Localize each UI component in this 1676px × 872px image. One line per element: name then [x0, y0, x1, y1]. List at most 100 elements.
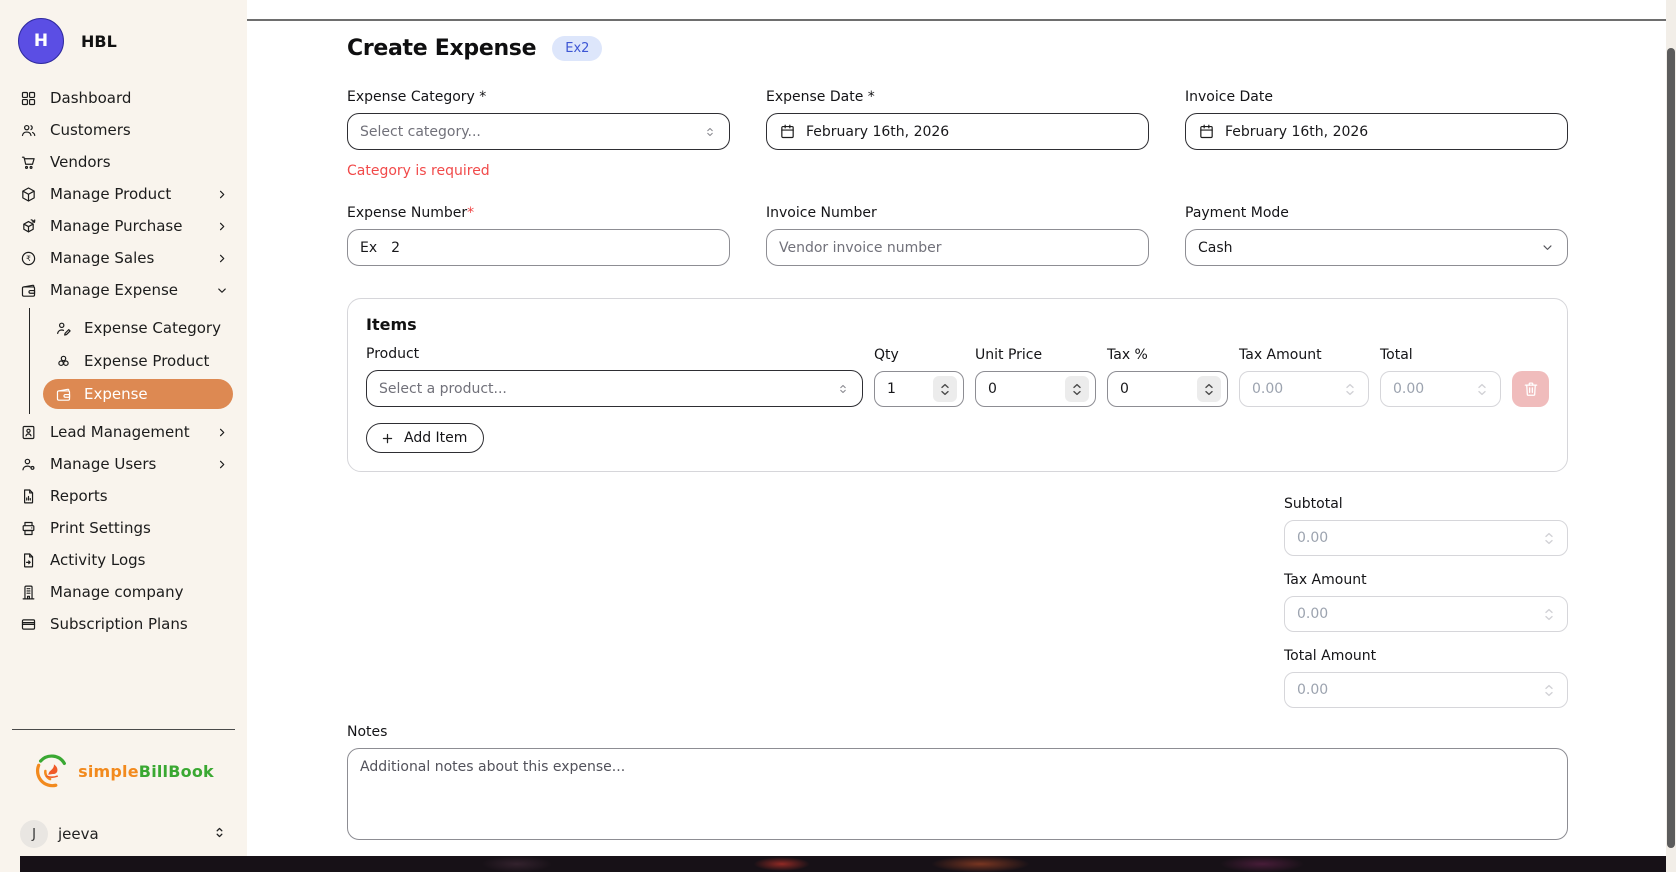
expense-date-input[interactable]: February 16th, 2026	[766, 113, 1149, 150]
id-badge-icon	[20, 424, 37, 441]
tax-amount-value: 0.00	[1252, 381, 1283, 397]
notes-textarea[interactable]	[347, 748, 1568, 840]
sidebar-subitem-expense-category[interactable]: Expense Category	[43, 313, 233, 343]
sidebar-subitem-label: Expense Category	[84, 319, 221, 337]
items-card: Items Product Select a product... Qty	[347, 298, 1568, 472]
plus-icon	[380, 431, 395, 446]
sidebar-subitem-expense-product[interactable]: Expense Product	[43, 346, 233, 376]
expense-number-badge: Ex2	[552, 36, 602, 61]
sidebar-item-manage-product[interactable]: Manage Product	[0, 178, 247, 210]
scrollbar-thumb[interactable]	[1667, 48, 1675, 848]
vertical-scrollbar[interactable]	[1666, 0, 1676, 872]
sidebar-item-manage-sales[interactable]: ₹ Manage Sales	[0, 242, 247, 274]
product-placeholder: Select a product...	[379, 381, 507, 397]
unit-price-value: 0	[988, 381, 997, 397]
wallet-icon	[20, 282, 37, 299]
chevron-right-icon	[215, 187, 229, 201]
delete-item-button[interactable]	[1512, 371, 1549, 407]
stepper-icon[interactable]	[933, 376, 957, 402]
rupee-coin-icon: ₹	[20, 250, 37, 267]
chevron-right-icon	[215, 219, 229, 233]
sidebar-item-subscription-plans[interactable]: Subscription Plans	[0, 608, 247, 640]
stepper-icon[interactable]	[1065, 376, 1089, 402]
product-label: Product	[366, 346, 863, 362]
user-menu[interactable]: J jeeva	[0, 820, 247, 848]
tax-percent-label: Tax %	[1107, 347, 1228, 363]
sidebar-item-label: Manage Sales	[50, 249, 154, 267]
summary-tax-amount-input: 0.00	[1284, 596, 1568, 632]
invoice-date-label: Invoice Date	[1185, 89, 1568, 105]
item-row: Product Select a product... Qty 1	[366, 346, 1549, 407]
app-window: H HBL Dashboard Customers Vendors Manage Pr…	[0, 0, 1676, 872]
svg-text:₹: ₹	[26, 254, 31, 263]
sidebar-item-reports[interactable]: Reports	[0, 480, 247, 512]
sidebar-item-lead-management[interactable]: Lead Management	[0, 416, 247, 448]
stepper-icon[interactable]	[1197, 376, 1221, 402]
sidebar-subitem-expense[interactable]: Expense	[43, 379, 233, 409]
invoice-date-value: February 16th, 2026	[1225, 124, 1368, 140]
total-label: Total	[1380, 347, 1501, 363]
items-title: Items	[366, 315, 1549, 334]
sidebar-item-dashboard[interactable]: Dashboard	[0, 82, 247, 114]
invoice-date-input[interactable]: February 16th, 2026	[1185, 113, 1568, 150]
wallet-icon	[55, 386, 72, 403]
sidebar-item-customers[interactable]: Customers	[0, 114, 247, 146]
sidebar-nav: Dashboard Customers Vendors Manage Product M…	[0, 76, 247, 640]
product-select[interactable]: Select a product...	[366, 370, 863, 407]
page-title: Create Expense	[347, 36, 536, 61]
person-edit-icon	[55, 320, 72, 337]
qty-input[interactable]: 1	[874, 371, 964, 407]
sidebar-item-print-settings[interactable]: Print Settings	[0, 512, 247, 544]
required-asterisk: *	[467, 205, 474, 221]
unit-price-input[interactable]: 0	[975, 371, 1096, 407]
expense-number-value: 2	[391, 240, 400, 256]
expense-number-input[interactable]: Ex2	[347, 229, 730, 266]
main-content: Create Expense Ex2 Expense Category * Se…	[247, 0, 1676, 872]
logo-icon	[33, 752, 71, 790]
brand-avatar: H	[18, 18, 64, 64]
package-icon	[20, 186, 37, 203]
sidebar-item-vendors[interactable]: Vendors	[0, 146, 247, 178]
tax-percent-input[interactable]: 0	[1107, 371, 1228, 407]
invoice-number-input[interactable]: Vendor invoice number	[766, 229, 1149, 266]
sidebar-item-label: Manage company	[50, 583, 183, 601]
sidebar-bottom: simpleBillBook J jeeva	[0, 729, 247, 872]
trash-icon	[1522, 380, 1540, 398]
stepper-icon	[1338, 376, 1362, 402]
building-icon	[20, 584, 37, 601]
package-return-icon	[20, 218, 37, 235]
expense-category-label: Expense Category *	[347, 89, 730, 105]
user-name: jeeva	[58, 825, 99, 843]
sidebar-item-label: Subscription Plans	[50, 615, 188, 633]
brand: H HBL	[0, 14, 247, 76]
sidebar-divider	[12, 729, 235, 730]
chevron-down-icon	[1540, 240, 1555, 255]
sidebar-item-label: Manage Product	[50, 185, 171, 203]
total-amount-label: Total Amount	[1284, 648, 1568, 664]
top-divider	[247, 19, 1676, 21]
dashboard-icon	[20, 90, 37, 107]
sidebar-item-manage-expense[interactable]: Manage Expense	[0, 274, 247, 306]
tax-amount-input: 0.00	[1239, 371, 1369, 407]
total-amount-input: 0.00	[1284, 672, 1568, 708]
sidebar-item-activity-logs[interactable]: Activity Logs	[0, 544, 247, 576]
sidebar-item-manage-purchase[interactable]: Manage Purchase	[0, 210, 247, 242]
sidebar-item-label: Lead Management	[50, 423, 190, 441]
qty-label: Qty	[874, 347, 964, 363]
expense-category-select[interactable]: Select category...	[347, 113, 730, 150]
sidebar-item-label: Vendors	[50, 153, 111, 171]
sidebar-item-label: Reports	[50, 487, 108, 505]
sidebar-item-label: Customers	[50, 121, 131, 139]
calendar-icon	[1198, 123, 1215, 140]
subtotal-label: Subtotal	[1284, 496, 1568, 512]
total-input: 0.00	[1380, 371, 1501, 407]
desktop-wallpaper-strip	[20, 856, 1676, 872]
sidebar-item-manage-company[interactable]: Manage company	[0, 576, 247, 608]
updown-chevron-icon	[703, 125, 717, 139]
add-item-button[interactable]: Add Item	[366, 423, 484, 453]
sidebar-item-manage-users[interactable]: Manage Users	[0, 448, 247, 480]
logo-text-simple: simple	[78, 762, 139, 781]
total-amount-value: 0.00	[1297, 682, 1328, 698]
circles-cluster-icon	[55, 353, 72, 370]
payment-mode-select[interactable]: Cash	[1185, 229, 1568, 266]
